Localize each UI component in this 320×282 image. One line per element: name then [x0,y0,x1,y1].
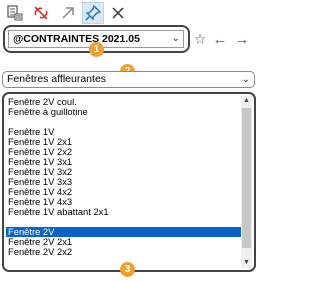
badge-1: 1 [89,42,104,57]
back-arrow-icon[interactable]: ← [209,31,231,48]
category-dropdown[interactable]: Fenêtres affleurantes ⌄ [2,71,255,88]
list-items: Fenêtre 2V coul. Fenêtre à guillotine Fenê… [6,97,242,269]
scroll-up-icon[interactable]: ▲ [241,96,252,106]
arrow-up-right-icon[interactable] [57,2,79,24]
constraint-set-value: @CONTRAINTES 2021.05 [13,33,140,45]
list-item[interactable]: Fenêtre 2V 2x2 [6,247,242,257]
pin-icon[interactable] [82,2,104,24]
badge-3: 3 [120,262,135,277]
nav-icons: ☆ ← → [191,29,253,49]
link-break-icon[interactable] [30,2,52,24]
forward-arrow-icon[interactable]: → [231,31,253,48]
list-scrollbar[interactable]: ▲ ▼ [241,96,252,268]
list-item[interactable]: Fenêtre à guillotine [6,107,242,117]
chevron-down-icon[interactable]: ⌄ [242,72,250,87]
window-type-list: Fenêtre 2V coul. Fenêtre à guillotine Fenê… [2,92,256,272]
list-properties-icon[interactable] [4,2,26,24]
close-icon[interactable] [107,2,129,24]
chevron-down-icon[interactable]: ⌄ [172,31,180,47]
scroll-down-icon[interactable]: ▼ [241,258,252,268]
star-icon[interactable]: ☆ [191,31,209,48]
toolbar [0,0,258,26]
list-item[interactable]: Fenêtre 1V abattant 2x1 [6,207,242,217]
scroll-thumb[interactable] [242,108,251,248]
category-value: Fenêtres affleurantes [7,73,107,85]
